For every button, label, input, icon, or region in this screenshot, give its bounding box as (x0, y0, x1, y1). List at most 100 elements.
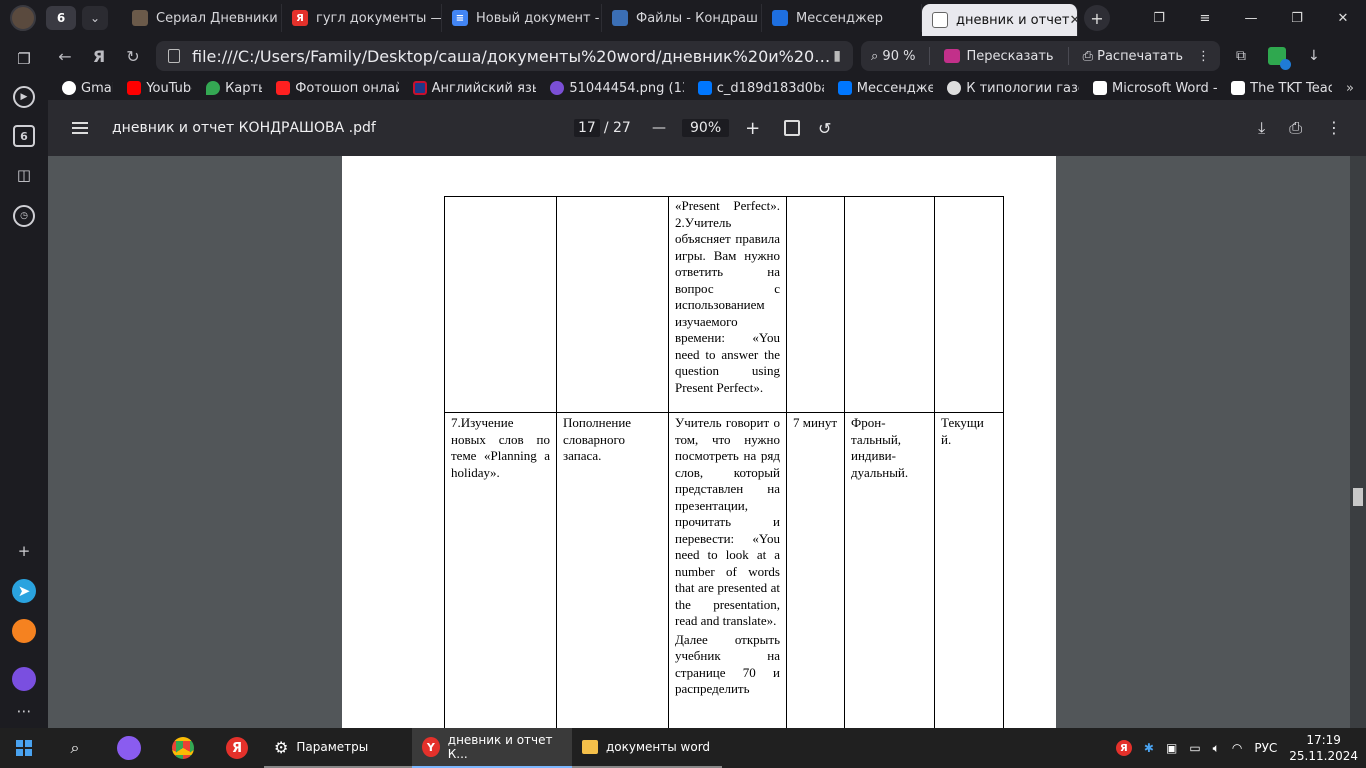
tab-messenger[interactable]: Мессенджер (762, 4, 922, 32)
tab-serial[interactable]: Сериал Дневники (122, 4, 282, 32)
tab-label: гугл документы — (316, 10, 442, 26)
file-icon (932, 12, 948, 28)
tab-new-document[interactable]: ≡ Новый документ - (442, 4, 602, 32)
bookmark-english[interactable]: Английский язык (412, 81, 536, 96)
bookmark-icon[interactable]: ▮ (833, 48, 841, 64)
telegram-icon[interactable]: ➤ (12, 579, 36, 603)
windows-taskbar: ⌕ Я ⚙ Параметры Y дневник и отчет К... д… (0, 728, 1366, 768)
new-tab-button[interactable]: + (1084, 5, 1110, 31)
zoom-in-icon[interactable]: + (745, 118, 760, 139)
tab-label: Сериал Дневники (156, 10, 278, 26)
tab-list-chevron-icon[interactable]: ⌄ (82, 6, 108, 30)
tab-count-button[interactable]: 6 (46, 6, 76, 30)
start-button[interactable] (0, 740, 48, 756)
page-number-input[interactable]: 17 (574, 119, 600, 137)
play-icon[interactable]: ▶ (13, 86, 35, 108)
downloads-icon[interactable]: ↓ (1308, 48, 1320, 64)
retell-button[interactable]: Пересказать (944, 49, 1054, 64)
alice-assistant-icon[interactable] (12, 667, 36, 691)
restore-icon[interactable]: ❐ (1274, 11, 1320, 26)
bookmark-label: К типологии газет (966, 80, 1079, 96)
minimize-icon[interactable]: — (1228, 11, 1274, 26)
rotate-icon[interactable]: ↺ (818, 119, 831, 138)
pdf-title: дневник и отчет КОНДРАШОВА .pdf (112, 120, 376, 136)
battery-icon[interactable]: ▭ (1189, 741, 1200, 755)
folder-icon (612, 10, 628, 26)
yandex-browser-icon[interactable]: Я (210, 737, 264, 759)
folder-icon (582, 740, 598, 754)
bookmark-messenger[interactable]: Мессенджер (837, 81, 933, 96)
tab-label: Мессенджер (796, 10, 883, 26)
taskbar-browser[interactable]: Y дневник и отчет К... (412, 728, 572, 768)
pdf-viewport[interactable]: «Present Perfect». 2.Учитель объясняет п… (48, 156, 1366, 728)
add-panel-icon[interactable]: + (13, 540, 35, 562)
tab-files[interactable]: Файлы - Кондраш (602, 4, 762, 32)
table-cell: Текущи й. (934, 412, 1004, 728)
bookmark-typology[interactable]: К типологии газет (947, 81, 1079, 96)
screenshot-icon[interactable]: ◫ (13, 164, 35, 186)
print-button[interactable]: ⎙ Распечатать (1083, 49, 1183, 64)
bookmark-maps[interactable]: Карты (206, 81, 262, 96)
more-actions-icon[interactable]: ⋮ (1197, 49, 1210, 64)
download-icon[interactable]: ⤓ (1258, 118, 1265, 138)
url-field[interactable]: file:///C:/Users/Family/Desktop/саша/док… (156, 41, 853, 71)
language-indicator[interactable]: РУС (1254, 741, 1277, 755)
alice-icon[interactable] (102, 736, 156, 760)
extensions-area: ⧉ ↓ (1236, 47, 1320, 70)
bookmark-label: c_d189d183d0bad (716, 80, 824, 96)
zoom-indicator[interactable]: ⌕ 90 % (871, 49, 915, 64)
window-controls: ❐ ≡ — ❐ ✕ (1136, 0, 1366, 36)
yandex-tray-icon[interactable]: Я (1115, 740, 1132, 756)
bookmark-label: Карты (225, 80, 262, 96)
bluetooth-icon[interactable]: ✱ (1144, 741, 1154, 755)
bookmark-photoshop[interactable]: Фотошоп онлайн (276, 81, 399, 96)
menu-icon[interactable]: ≡ (1182, 11, 1228, 26)
table-cell (556, 196, 669, 413)
divider (1067, 47, 1069, 65)
bookmark-tkt[interactable]: The TKT Teach (1231, 81, 1332, 96)
fit-page-icon[interactable] (784, 120, 800, 136)
zoom-input[interactable]: 90% (682, 119, 730, 137)
print-icon[interactable]: ⎙ (1289, 118, 1302, 138)
bookmarks-bar: Gmail YouTube Карты Фотошоп онлайн Англи… (48, 76, 1366, 100)
protect-extension-icon[interactable] (1267, 47, 1291, 70)
wifi-icon[interactable]: ◠ (1232, 741, 1242, 755)
tab-manager-icon[interactable]: ❐ (1136, 11, 1182, 26)
bookmarks-overflow-icon[interactable]: » (1346, 81, 1354, 96)
table-row: 7.Изучение новых слов по теме «Planning … (444, 412, 1004, 728)
back-icon[interactable]: ← (48, 47, 82, 66)
clock[interactable]: 17:19 25.11.2024 (1289, 732, 1358, 764)
tab-google-docs-search[interactable]: Я гугл документы — (282, 4, 442, 32)
bookmark-youtube[interactable]: YouTube (127, 81, 192, 96)
tab-count-sidebar-icon[interactable]: 6 (13, 125, 35, 147)
more-options-icon[interactable]: ⋮ (1326, 118, 1342, 138)
zoom-out-icon[interactable]: — (652, 120, 666, 136)
close-window-icon[interactable]: ✕ (1320, 11, 1366, 26)
tab-diary-pdf[interactable]: дневник и отчет ✕ (922, 4, 1078, 36)
reload-icon[interactable]: ↻ (116, 47, 150, 66)
docs-icon: ≡ (452, 10, 468, 26)
mail-icon[interactable] (12, 619, 36, 643)
tab-label: Файлы - Кондраш (636, 10, 758, 26)
bookmark-ms-word[interactable]: Microsoft Word - С (1093, 81, 1217, 96)
yandex-home-icon[interactable]: Я (82, 47, 116, 66)
scrollbar[interactable] (1350, 156, 1366, 728)
bookmark-gmail[interactable]: Gmail (62, 81, 113, 96)
camera-icon[interactable]: ▣ (1166, 741, 1177, 755)
chrome-icon[interactable] (156, 737, 210, 759)
close-tab-icon[interactable]: ✕ (1069, 13, 1077, 28)
tab-label: Новый документ - (476, 10, 600, 26)
bookmarks-panel-icon[interactable]: ⧉ (1236, 48, 1246, 64)
taskbar-folder[interactable]: документы word (572, 728, 722, 768)
profile-avatar[interactable] (10, 5, 36, 31)
volume-icon[interactable]: 🔈︎ (1213, 741, 1220, 756)
taskbar-settings[interactable]: ⚙ Параметры (264, 728, 412, 768)
scrollbar-thumb[interactable] (1353, 488, 1363, 506)
more-icon[interactable]: ⋯ (13, 700, 35, 722)
bookmark-vk-doc[interactable]: c_d189d183d0bad (697, 80, 824, 96)
bookmark-png[interactable]: 51044454.png (130 (550, 81, 684, 96)
menu-icon[interactable] (72, 119, 88, 137)
history-clock-icon[interactable]: ◷ (13, 205, 35, 227)
collections-icon[interactable]: ❐ (13, 48, 35, 70)
search-icon[interactable]: ⌕ (48, 738, 102, 758)
